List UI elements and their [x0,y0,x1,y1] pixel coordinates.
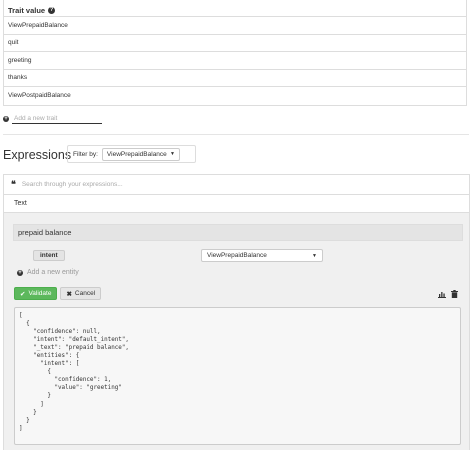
check-icon: ✔ [20,290,26,298]
section-divider [3,134,469,135]
trait-table-header: Trait value ? [4,0,466,17]
trait-row-label: quit [8,39,19,47]
json-response-view[interactable]: [ { "confidence": null, "intent": "defau… [14,307,461,445]
json-response-text: [ { "confidence": null, "intent": "defau… [19,313,129,432]
trait-table: Trait value ? ViewPrepaidBalance quit gr… [3,0,467,106]
trait-row-label: ViewPrepaidBalance [8,21,68,29]
plus-circle-icon[interactable]: + [3,115,9,122]
trait-value-heading: Trait value [8,5,46,15]
entity-badge[interactable]: intent [33,250,65,261]
trait-row[interactable]: quit [4,35,466,52]
expression-search-input[interactable] [21,181,322,188]
trait-row-label: ViewPostpaidBalance [8,92,71,100]
question-circle-icon[interactable]: ? [48,6,56,14]
caret-down-icon: ▼ [312,252,317,259]
editor-button-row: ✔ Validate ✖ Cancel [14,287,102,300]
trait-row-label: thanks [8,74,28,82]
cancel-button[interactable]: ✖ Cancel [60,287,102,300]
entity-value: ViewPrepaidBalance [207,252,267,259]
add-entity-row[interactable]: + Add a new entity [17,269,79,276]
trait-row[interactable]: ViewPostpaidBalance [4,87,466,105]
expression-text: prepaid balance [18,228,72,237]
times-icon: ✖ [66,290,72,298]
plus-circle-icon[interactable]: + [17,269,23,276]
expression-editor-panel: prepaid balance intent ViewPrepaidBalanc… [3,213,470,450]
add-trait-input[interactable] [12,113,102,124]
text-column-header: Text [3,195,470,213]
filter-select[interactable]: ViewPrepaidBalance ▼ [101,147,180,161]
cancel-label: Cancel [74,290,96,297]
expressions-title: Expressions [3,148,72,162]
quote-left-icon: ❝ [11,179,16,190]
filter-label: Filter by: [73,150,98,158]
text-column-label: Text [14,200,27,207]
trait-row[interactable]: ViewPrepaidBalance [4,17,466,35]
trait-row[interactable]: thanks [4,70,466,87]
bar-chart-icon[interactable] [438,291,446,300]
entity-value-select[interactable]: ViewPrepaidBalance ▼ [201,249,323,262]
validate-label: Validate [28,290,52,297]
add-trait-row: + [3,113,102,124]
expression-search-row: ❝ [3,174,470,195]
editor-actions [438,290,458,300]
trash-icon[interactable] [451,290,458,300]
filter-box: Filter by: ViewPrepaidBalance ▼ [67,145,196,163]
caret-down-icon: ▼ [169,151,175,157]
trait-row[interactable]: greeting [4,52,466,70]
filter-select-value: ViewPrepaidBalance [106,150,167,158]
entity-row: intent ViewPrepaidBalance ▼ [28,249,458,263]
add-entity-label[interactable]: Add a new entity [27,269,79,276]
validate-button[interactable]: ✔ Validate [14,287,58,300]
trait-row-label: greeting [8,56,32,64]
expression-text-field[interactable]: prepaid balance [13,224,463,241]
